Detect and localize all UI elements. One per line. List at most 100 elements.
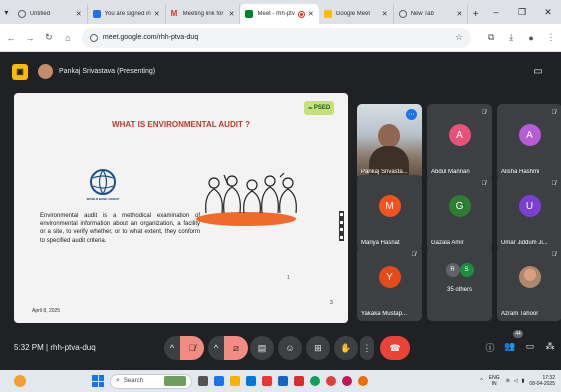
activities-icon[interactable]: ⁂	[542, 341, 558, 352]
participant-tile[interactable]: M Mariya Hasnat	[357, 175, 422, 250]
maximize-button[interactable]: ❐	[509, 7, 535, 18]
close-icon[interactable]: ✕	[457, 10, 463, 18]
forward-icon[interactable]: →	[22, 33, 38, 43]
tab-label: Untitled	[29, 11, 51, 17]
presenter-bar: ▣ Pankaj Srivastava (Presenting) ▭	[0, 53, 561, 90]
layout-options-icon[interactable]: ▭	[527, 61, 549, 83]
language-indicator[interactable]: ENG IN	[489, 375, 500, 387]
address-bar[interactable]: meet.google.com/rhh-ptva-duq ☆	[81, 27, 472, 48]
menu-icon[interactable]: ⋮	[541, 32, 561, 43]
tab-meet-active[interactable]: Meet - rhh-ptv ✕	[240, 4, 319, 24]
mail-icon[interactable]	[278, 376, 288, 386]
mic-off-icon: 🎙̸	[551, 181, 557, 187]
others-tile[interactable]: R S 35 others	[427, 246, 492, 321]
leave-call-button[interactable]: ☎	[380, 336, 410, 360]
close-window-button[interactable]: ✕	[535, 7, 561, 18]
app-icon[interactable]	[358, 376, 368, 386]
tray-chevron-icon[interactable]: ^	[480, 378, 482, 384]
taskbar-search[interactable]: ⌕ Search	[110, 373, 192, 389]
avatar: G	[448, 195, 471, 217]
meeting-time-and-code: 5:32 PM | rhh-ptva-duq	[14, 343, 96, 352]
chat-icon[interactable]: ▭	[522, 341, 538, 352]
mic-off-icon: 🎙̸	[551, 252, 557, 258]
captions-button[interactable]: ▤	[250, 336, 274, 360]
people-icon[interactable]: 👥	[502, 341, 518, 352]
windows-start-icon[interactable]	[92, 375, 104, 387]
participant-tile-self[interactable]: ⋯ Pankaj Srivasta...	[357, 104, 422, 179]
extensions-icon[interactable]: ⧉	[481, 32, 501, 43]
emoji-button[interactable]: ☺	[278, 336, 302, 360]
close-icon[interactable]: ✕	[382, 10, 388, 18]
close-icon[interactable]: ✕	[308, 10, 314, 18]
tab-untitled[interactable]: Untitled ✕	[13, 4, 88, 24]
download-icon[interactable]: ⤓	[501, 32, 521, 43]
app-icon[interactable]	[294, 376, 304, 386]
chrome-icon[interactable]	[326, 376, 336, 386]
site-info-icon[interactable]	[89, 33, 98, 42]
back-icon[interactable]: ←	[3, 33, 19, 43]
avatar: A	[518, 124, 541, 146]
camera-toggle-button[interactable]: ⧄	[224, 336, 248, 360]
wifi-icon[interactable]: ⊚	[506, 378, 510, 384]
close-icon[interactable]: ✕	[154, 10, 160, 18]
avatar	[518, 266, 541, 288]
participant-tile[interactable]: 🎙̸ Y Yakaka Mustap...	[357, 246, 422, 321]
avatar: Y	[378, 266, 401, 288]
task-view-icon[interactable]	[198, 376, 208, 386]
volume-icon[interactable]: ◁	[514, 378, 518, 384]
minimize-button[interactable]: –	[483, 7, 509, 17]
mic-toggle-button[interactable]: 🎙̸	[180, 336, 204, 360]
browser-tab-bar: ▾ Untitled ✕ You are signed in ✕ M Meeti…	[0, 0, 561, 24]
self-video-head	[378, 124, 400, 148]
screen: ▾ Untitled ✕ You are signed in ✕ M Meeti…	[0, 0, 561, 392]
slide-page-number: 3	[330, 300, 333, 306]
avatar: U	[518, 195, 541, 217]
slide-date: April 8, 2025	[32, 308, 61, 314]
participant-tile[interactable]: 🎙̸ A Alisha Hashmi	[497, 104, 561, 179]
raise-hand-button[interactable]: ✋	[334, 336, 358, 360]
system-clock[interactable]: 17:32 08-04-2025	[529, 375, 555, 387]
profile-icon[interactable]: ●	[521, 33, 541, 43]
search-placeholder: Search	[123, 378, 143, 384]
tab-google-meet[interactable]: Google Meet ✕	[319, 4, 394, 24]
tab-search-icon[interactable]: ▾	[0, 0, 13, 24]
app-icon[interactable]	[342, 376, 352, 386]
edge-icon[interactable]	[310, 376, 320, 386]
search-icon: ⌕	[116, 377, 120, 384]
participant-tile[interactable]: 🎙̸ U Umar Jiddum Ji...	[497, 175, 561, 250]
battery-icon[interactable]: ▮	[522, 378, 525, 384]
audio-options-button[interactable]: ^	[164, 336, 180, 360]
meeting-time: 5:32 PM	[14, 343, 44, 352]
participant-tile[interactable]: 🎙̸ G Gazala Amir	[427, 175, 492, 250]
tab-label: Meeting link for	[182, 11, 224, 17]
bookmark-star-icon[interactable]: ☆	[455, 32, 463, 43]
close-icon[interactable]: ✕	[76, 10, 82, 18]
app-icon[interactable]	[262, 376, 272, 386]
world-bank-label: WORLD BANK GROUP	[86, 197, 120, 201]
home-icon[interactable]: ⌂	[60, 33, 76, 43]
tab-meeting-link[interactable]: M Meeting link for ✕	[166, 4, 241, 24]
browser-toolbar: ← → ↻ ⌂ meet.google.com/rhh-ptva-duq ☆ ⧉…	[0, 24, 561, 52]
reload-icon[interactable]: ↻	[41, 32, 57, 43]
present-screen-button[interactable]: ⊞	[306, 336, 330, 360]
gmail-icon: M	[170, 9, 178, 18]
video-options-button[interactable]: ^	[208, 336, 224, 360]
presenter-name: Pankaj Srivastava (Presenting)	[59, 68, 156, 75]
more-options-button[interactable]: ⋮	[360, 336, 374, 360]
info-icon[interactable]: ⓘ	[482, 341, 498, 354]
store-icon[interactable]	[246, 376, 256, 386]
people-illustration	[196, 172, 297, 226]
globe-icon	[17, 10, 26, 18]
close-icon[interactable]: ✕	[229, 10, 235, 18]
new-tab-button[interactable]: +	[468, 4, 483, 24]
tab-signed-in[interactable]: You are signed in ✕	[88, 4, 166, 24]
participant-tile[interactable]: 🎙̸ Azram Tahoor	[497, 246, 561, 321]
participant-tile[interactable]: 🎙̸ A Abdul Mannan	[427, 104, 492, 179]
more-options-icon[interactable]: ⋯	[406, 109, 417, 120]
tab-new-tab[interactable]: New Tab ✕	[394, 4, 469, 24]
file-explorer-icon[interactable]	[230, 376, 240, 386]
weather-icon[interactable]	[14, 375, 26, 387]
window-controls: – ❐ ✕	[483, 0, 561, 24]
widgets-icon[interactable]	[214, 376, 224, 386]
url-text: meet.google.com/rhh-ptva-duq	[102, 34, 199, 41]
